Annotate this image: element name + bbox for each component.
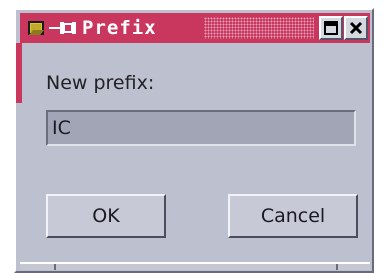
new-prefix-label: New prefix: bbox=[46, 72, 155, 94]
title-bar-texture bbox=[204, 17, 314, 39]
close-icon bbox=[349, 21, 363, 35]
title-bar[interactable]: Prefix bbox=[20, 13, 370, 43]
cancel-button[interactable]: Cancel bbox=[228, 194, 358, 238]
ok-button[interactable]: OK bbox=[46, 194, 166, 238]
resize-handle-left[interactable] bbox=[54, 264, 56, 270]
close-button[interactable] bbox=[344, 16, 368, 40]
prefix-dialog-window: Prefix New prefix: IC OK Cancel bbox=[14, 8, 374, 273]
pin-icon[interactable] bbox=[48, 20, 78, 36]
window-frame-accent bbox=[16, 43, 22, 103]
window-bottom-border[interactable] bbox=[20, 262, 370, 270]
prefix-input[interactable]: IC bbox=[46, 110, 356, 146]
resize-handle-right[interactable] bbox=[336, 264, 338, 270]
maximize-icon bbox=[324, 21, 338, 35]
maximize-button[interactable] bbox=[319, 16, 343, 40]
folder-icon[interactable] bbox=[26, 18, 46, 38]
window-title: Prefix bbox=[82, 17, 157, 39]
